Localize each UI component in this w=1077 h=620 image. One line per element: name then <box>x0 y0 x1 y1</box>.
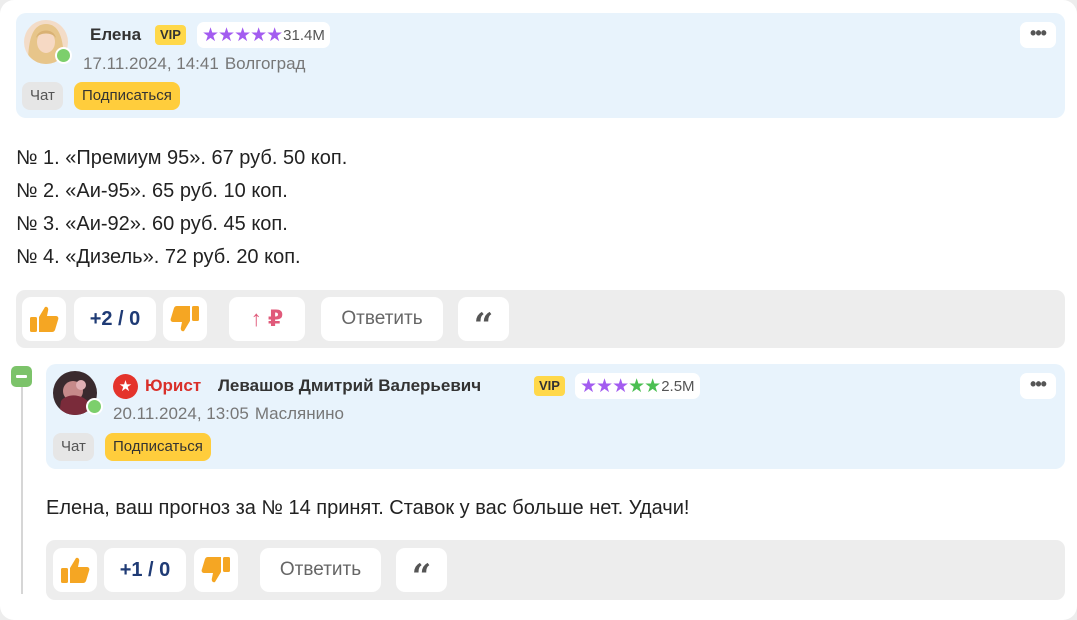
author-name[interactable]: Левашов Дмитрий Валерьевич <box>218 376 481 396</box>
quote-icon: “ <box>473 306 494 346</box>
rating-stars-icon: ★★★★★ <box>580 375 661 397</box>
comment-location: Маслянино <box>254 404 344 423</box>
quote-icon: “ <box>411 557 432 597</box>
vote-score-value: +1 / 0 <box>119 558 171 581</box>
comments-card: Елена VIP ★★★★★ 31.4M 17.11.2024, 14:41 В… <box>0 0 1077 620</box>
boost-button[interactable]: ↑ ₽ <box>229 297 305 341</box>
online-indicator <box>86 398 103 415</box>
subscribe-button[interactable]: Подписаться <box>74 82 180 110</box>
comment-location: Волгоград <box>224 54 306 73</box>
comment-date: 20.11.2024, 13:05 <box>113 404 249 423</box>
comment-line: № 4. «Дизель». 72 руб. 20 коп. <box>16 246 301 268</box>
reply-text: Елена, ваш прогноз за № 14 принят. Ставо… <box>46 497 690 519</box>
comment-date: 17.11.2024, 14:41 <box>83 54 219 73</box>
reply-label: Ответить <box>279 559 362 580</box>
comment-meta: 17.11.2024, 14:41 Волгоград <box>83 54 305 74</box>
vote-score-value: +2 / 0 <box>89 307 141 330</box>
comment-line: № 2. «Аи-95». 65 руб. 10 коп. <box>16 180 288 202</box>
quote-button[interactable]: “ <box>396 548 447 597</box>
comment-text: № 1. «Премиум 95». 67 руб. 50 коп. № 2. … <box>16 142 347 274</box>
like-button[interactable] <box>22 297 66 341</box>
collapse-thread-icon[interactable] <box>11 366 32 387</box>
reply-label: Ответить <box>341 308 423 329</box>
rating-badge: ★★★★★ 31.4M <box>197 22 330 48</box>
dislike-button[interactable] <box>194 548 238 592</box>
thumbs-down-icon <box>170 306 199 332</box>
vip-badge: VIP <box>534 376 565 396</box>
rating-value: 31.4M <box>283 26 325 44</box>
chat-button[interactable]: Чат <box>53 433 94 461</box>
rating-stars-icon: ★★★★★ <box>202 24 283 46</box>
reply-button[interactable]: Ответить <box>260 548 381 592</box>
lawyer-role-icon: ★ <box>113 374 138 399</box>
comment-line: № 3. «Аи-92». 60 руб. 45 коп. <box>16 213 288 235</box>
quote-button[interactable]: “ <box>458 297 509 346</box>
rating-badge: ★★★★★ 2.5M <box>575 373 700 399</box>
like-button[interactable] <box>53 548 97 592</box>
thumbs-down-icon <box>201 557 230 583</box>
boost-ruble-icon: ↑ ₽ <box>250 306 284 331</box>
vip-badge: VIP <box>155 25 186 45</box>
comment-line: № 1. «Премиум 95». 67 руб. 50 коп. <box>16 147 348 169</box>
more-options-icon[interactable]: ••• <box>1020 373 1056 399</box>
dislike-button[interactable] <box>163 297 207 341</box>
subscribe-button[interactable]: Подписаться <box>105 433 211 461</box>
thumbs-up-icon <box>30 306 59 332</box>
author-name[interactable]: Елена <box>90 25 141 45</box>
thread-line <box>21 386 23 594</box>
vote-score: +2 / 0 <box>74 297 156 341</box>
comment-meta: 20.11.2024, 13:05 Маслянино <box>113 404 344 424</box>
thumbs-up-icon <box>61 557 90 583</box>
vote-score: +1 / 0 <box>104 548 186 592</box>
author-role: Юрист <box>145 376 202 395</box>
reply-button[interactable]: Ответить <box>321 297 443 341</box>
chat-button[interactable]: Чат <box>22 82 63 110</box>
more-options-icon[interactable]: ••• <box>1020 22 1056 48</box>
rating-value: 2.5M <box>661 377 695 395</box>
online-indicator <box>55 47 72 64</box>
